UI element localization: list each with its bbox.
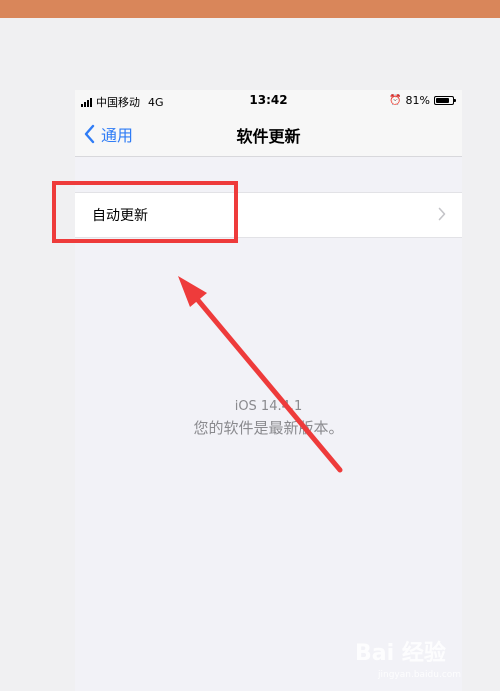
watermark-brand: Bai 经验 [355,641,446,666]
baidu-watermark: Bai 经验 [355,635,446,667]
annotation-arrow-icon [178,276,343,473]
watermark-url: jingyan.baidu.com [378,670,462,680]
